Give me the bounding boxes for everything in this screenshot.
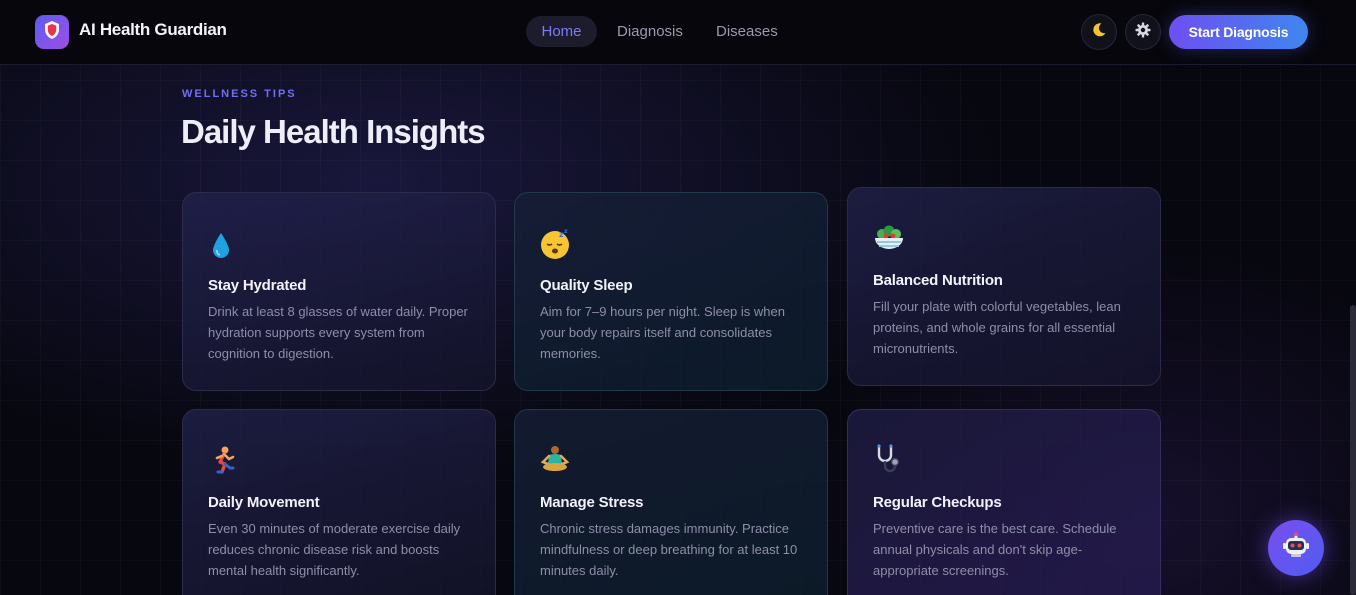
theme-toggle-button[interactable] [1081, 14, 1117, 50]
card-description: Drink at least 8 glasses of water daily.… [208, 304, 468, 361]
tip-card-checkups[interactable]: Regular Checkups Preventive care is the … [847, 409, 1161, 595]
settings-button[interactable] [1125, 14, 1161, 50]
brand-name[interactable]: AI Health Guardian [79, 20, 227, 40]
card-title: Daily Movement [208, 494, 320, 511]
salad-bowl-icon [872, 220, 908, 256]
section-title: Daily Health Insights [181, 113, 486, 150]
card-title: Stay Hydrated [208, 277, 307, 294]
card-description: Even 30 minutes of moderate exercise dai… [208, 521, 461, 578]
logo[interactable] [35, 15, 69, 49]
tip-card-movement[interactable]: Daily Movement Even 30 minutes of modera… [182, 409, 496, 595]
chat-assistant-button[interactable] [1268, 520, 1324, 576]
sleeping-face-icon: z z [539, 225, 575, 261]
card-title: Manage Stress [540, 494, 644, 511]
tip-card-nutrition[interactable]: Balanced Nutrition Fill your plate with … [847, 187, 1161, 386]
section-eyebrow: WELLNESS TIPS [182, 88, 297, 100]
running-person-icon [207, 442, 243, 478]
card-description: Aim for 7–9 hours per night. Sleep is wh… [540, 304, 785, 361]
svg-text:z: z [564, 228, 568, 235]
nav-diagnosis[interactable]: Diagnosis [602, 16, 698, 47]
nav-diseases[interactable]: Diseases [701, 16, 793, 47]
stethoscope-icon [872, 442, 908, 478]
card-description: Chronic stress damages immunity. Practic… [540, 521, 798, 578]
water-drop-icon [207, 225, 243, 261]
start-diagnosis-button[interactable]: Start Diagnosis [1169, 15, 1308, 49]
gear-icon [1135, 22, 1151, 42]
card-title: Quality Sleep [540, 277, 633, 294]
tip-card-stress[interactable]: Manage Stress Chronic stress damages imm… [514, 409, 828, 595]
meditation-person-icon [539, 442, 575, 478]
nav-home[interactable]: Home [526, 16, 597, 47]
card-title: Regular Checkups [873, 494, 1002, 511]
card-title: Balanced Nutrition [873, 272, 1003, 289]
shield-icon [43, 20, 61, 44]
page-scrollbar[interactable] [1350, 305, 1356, 595]
top-navbar: AI Health Guardian Home Diagnosis Diseas… [0, 0, 1356, 65]
robot-icon [1281, 531, 1311, 565]
tip-card-sleep[interactable]: z z Quality Sleep Aim for 7–9 hours per … [514, 192, 828, 391]
tip-card-hydration[interactable]: Stay Hydrated Drink at least 8 glasses o… [182, 192, 496, 391]
card-description: Fill your plate with colorful vegetables… [873, 299, 1121, 356]
moon-icon [1091, 22, 1107, 42]
card-description: Preventive care is the best care. Schedu… [873, 521, 1117, 578]
